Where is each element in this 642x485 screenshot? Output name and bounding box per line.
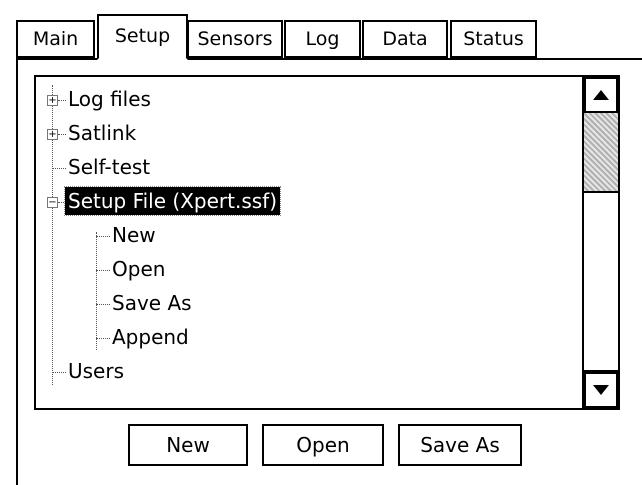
tab-strip: Main Setup Sensors Log Data Status	[0, 0, 642, 60]
tab-data-label: Data	[382, 28, 428, 50]
tab-sensors-label: Sensors	[197, 28, 273, 50]
tree-item-label: Users	[68, 359, 125, 383]
tree-guide-line	[52, 372, 66, 373]
tree-item-append[interactable]: Append	[36, 321, 582, 355]
scroll-down-button[interactable]	[584, 372, 618, 408]
tab-status[interactable]: Status	[450, 20, 537, 58]
tree-item-label: Save As	[112, 291, 192, 315]
save-as-button-label: Save As	[420, 433, 500, 457]
tab-log-label: Log	[305, 28, 340, 50]
triangle-down-icon	[593, 385, 609, 395]
tree-item-save-as[interactable]: Save As	[36, 287, 582, 321]
tab-sensors[interactable]: Sensors	[187, 20, 283, 58]
scroll-up-button[interactable]	[584, 77, 618, 113]
tree-item-label: Log files	[68, 87, 151, 111]
tree-item-new[interactable]: New	[36, 219, 582, 253]
tree-item-satlink[interactable]: + Satlink	[36, 117, 582, 151]
open-button[interactable]: Open	[262, 424, 384, 466]
new-button-label: New	[166, 433, 210, 457]
tree-item-users[interactable]: Users	[36, 355, 582, 389]
tree-item-open[interactable]: Open	[36, 253, 582, 287]
scroll-track[interactable]	[584, 113, 618, 191]
tree-item-label: Open	[112, 257, 166, 281]
collapse-minus-icon[interactable]: −	[47, 197, 58, 208]
tree-item-label: New	[112, 223, 156, 247]
tree-item-label: Self-test	[68, 155, 151, 179]
tab-status-label: Status	[463, 28, 524, 50]
tree-item-self-test[interactable]: Self-test	[36, 151, 582, 185]
tab-log[interactable]: Log	[284, 20, 361, 58]
vertical-scrollbar[interactable]	[582, 77, 618, 408]
tree-guide-line	[96, 236, 110, 237]
tree-item-setup-file[interactable]: − Setup File (Xpert.ssf)	[36, 185, 582, 219]
scroll-thumb[interactable]	[584, 191, 618, 372]
tab-data[interactable]: Data	[362, 20, 448, 58]
tree-item-label: Satlink	[68, 121, 137, 145]
new-button[interactable]: New	[128, 424, 248, 466]
open-button-label: Open	[296, 433, 350, 457]
tree-guide-line	[52, 168, 66, 169]
tree-item-label: Setup File (Xpert.ssf)	[63, 186, 282, 216]
triangle-up-icon	[593, 90, 609, 100]
expand-plus-icon[interactable]: +	[47, 95, 58, 106]
tab-setup-label: Setup	[114, 25, 171, 47]
tab-setup[interactable]: Setup	[97, 14, 188, 60]
tree-item-log-files[interactable]: + Log files	[36, 83, 582, 117]
tree-guide-line	[96, 304, 110, 305]
setup-tree-view[interactable]: + Log files + Satlink Self-test − Setup …	[34, 75, 620, 410]
tree-guide-line	[96, 338, 110, 339]
save-as-button[interactable]: Save As	[398, 424, 522, 466]
tree-guide-line	[96, 270, 110, 271]
tab-main-label: Main	[32, 28, 79, 50]
tree-item-label: Append	[112, 325, 189, 349]
tab-main[interactable]: Main	[16, 20, 95, 58]
expand-plus-icon[interactable]: +	[47, 129, 58, 140]
